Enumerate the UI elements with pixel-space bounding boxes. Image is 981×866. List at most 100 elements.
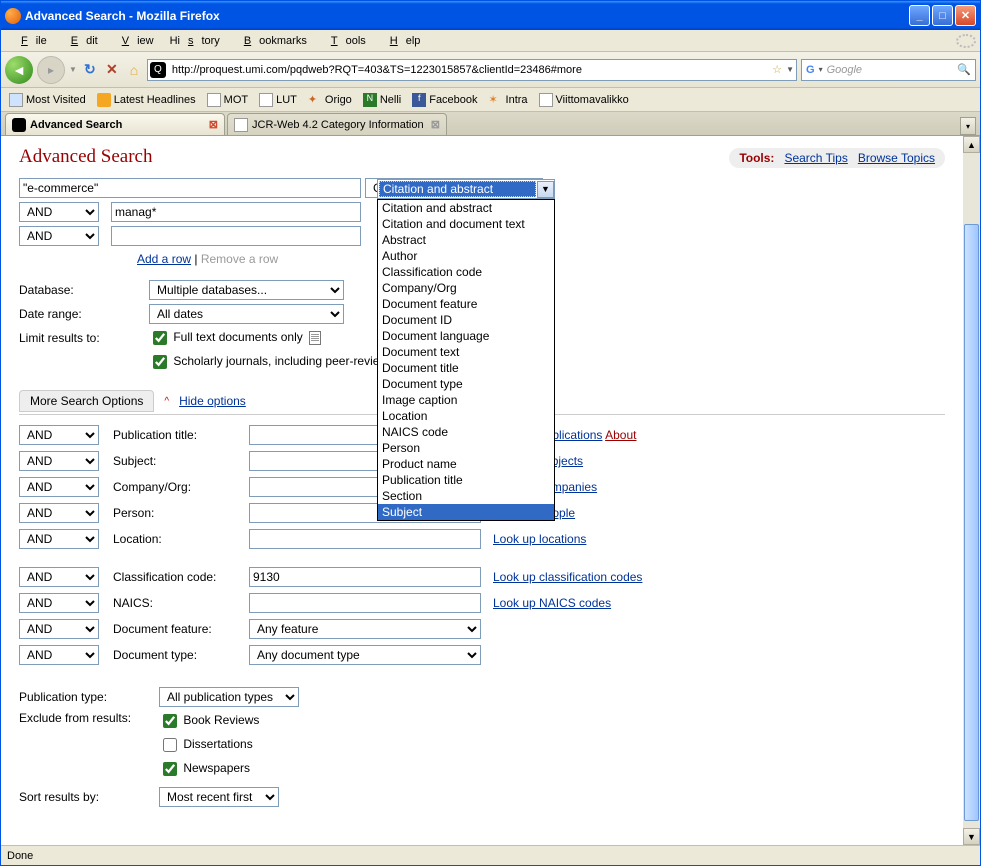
sort-select[interactable]: Most recent first (159, 787, 279, 807)
close-tab-icon[interactable]: ⊠ (431, 118, 440, 131)
adv-field-input[interactable]: Any feature (249, 619, 481, 639)
limit-scholarly-checkbox[interactable]: Scholarly journals, including peer-revie… (149, 352, 401, 372)
pubtype-select[interactable]: All publication types (159, 687, 299, 707)
close-tab-icon[interactable]: ⊠ (209, 118, 218, 131)
lookup-link[interactable]: Look up NAICS codes (493, 596, 611, 610)
scope-option[interactable]: Abstract (378, 232, 554, 248)
scope-option[interactable]: Citation and abstract (378, 200, 554, 216)
bookmark-facebook[interactable]: fFacebook (408, 91, 481, 109)
adv-op-select[interactable]: AND (19, 529, 99, 549)
bookmark-lut[interactable]: LUT (255, 91, 301, 109)
stop-button[interactable]: ✕ (103, 61, 121, 79)
menu-history[interactable]: History (162, 33, 228, 49)
browse-topics-link[interactable]: Browse Topics (858, 151, 935, 165)
limit-fulltext-checkbox[interactable]: Full text documents only (149, 328, 321, 348)
exclude-checkbox[interactable]: Dissertations (159, 737, 253, 751)
adv-op-select[interactable]: AND (19, 567, 99, 587)
scope-option[interactable]: Document feature (378, 296, 554, 312)
adv-op-select[interactable]: AND (19, 645, 99, 665)
add-row-link[interactable]: Add a row (137, 252, 191, 266)
vertical-scrollbar[interactable]: ▲ ▼ (963, 136, 980, 845)
exclude-checkbox[interactable]: Book Reviews (159, 713, 259, 727)
database-select[interactable]: Multiple databases... (149, 280, 344, 300)
menu-bookmarks[interactable]: Bookmarks (228, 33, 315, 49)
search-tips-link[interactable]: Search Tips (784, 151, 847, 165)
search-term-3[interactable] (111, 226, 361, 246)
scope-option[interactable]: Document title (378, 360, 554, 376)
scroll-down-button[interactable]: ▼ (963, 828, 980, 845)
scope-option[interactable]: Company/Org (378, 280, 554, 296)
search-op-3[interactable]: AND (19, 226, 99, 246)
search-term-1[interactable] (19, 178, 361, 198)
url-dropdown-icon[interactable]: ▼ (786, 65, 794, 74)
bookmark-latest-headlines[interactable]: Latest Headlines (93, 91, 200, 109)
exclude-checkbox[interactable]: Newspapers (159, 761, 250, 775)
scope-option[interactable]: Document text (378, 344, 554, 360)
adv-op-select[interactable]: AND (19, 593, 99, 613)
scope-option[interactable]: Document type (378, 376, 554, 392)
search-scope-2-select[interactable]: Citation and abstract ▼ (377, 179, 555, 199)
scope-option[interactable]: Product name (378, 456, 554, 472)
hide-options-link[interactable]: Hide options (179, 394, 246, 408)
adv-field-input[interactable] (249, 529, 481, 549)
scope-option[interactable]: Person (378, 440, 554, 456)
bookmark-most-visited[interactable]: Most Visited (5, 91, 90, 109)
tab-advanced-search[interactable]: Advanced Search ⊠ (5, 113, 225, 135)
tab-jcr-web[interactable]: JCR-Web 4.2 Category Information ⊠ (227, 113, 447, 135)
scope-option[interactable]: Image caption (378, 392, 554, 408)
search-op-2[interactable]: AND (19, 202, 99, 222)
search-go-icon[interactable]: 🔍 (957, 63, 971, 76)
scope-dropdown-list[interactable]: Citation and abstractCitation and docume… (377, 199, 555, 521)
daterange-select[interactable]: All dates (149, 304, 344, 324)
scope-option[interactable]: Section (378, 488, 554, 504)
scroll-thumb[interactable] (964, 224, 979, 821)
tab-list-button[interactable]: ▾ (960, 117, 976, 135)
bookmark-origo[interactable]: ✦Origo (304, 91, 356, 109)
adv-op-select[interactable]: AND (19, 451, 99, 471)
forward-button[interactable]: ▸ (37, 56, 65, 84)
scope-option[interactable]: Document ID (378, 312, 554, 328)
scope-option[interactable]: Classification code (378, 264, 554, 280)
adv-op-select[interactable]: AND (19, 503, 99, 523)
bookmark-star-icon[interactable]: ☆ (772, 63, 782, 76)
menu-file[interactable]: File (5, 33, 55, 49)
history-dropdown-icon[interactable]: ▼ (69, 65, 77, 74)
about-link[interactable]: About (605, 428, 636, 442)
scope-option[interactable]: Publication title (378, 472, 554, 488)
scope-option[interactable]: Document language (378, 328, 554, 344)
scope-option[interactable]: Location (378, 408, 554, 424)
minimize-button[interactable]: _ (909, 5, 930, 26)
menu-edit[interactable]: Edit (55, 33, 106, 49)
bookmark-nelli[interactable]: NNelli (359, 91, 405, 109)
lookup-link[interactable]: Look up classification codes (493, 570, 642, 584)
chevron-down-icon[interactable]: ▼ (537, 181, 554, 198)
search-term-2[interactable] (111, 202, 361, 222)
lookup-link[interactable]: Look up locations (493, 532, 586, 546)
scroll-up-button[interactable]: ▲ (963, 136, 980, 153)
url-input[interactable] (170, 63, 768, 77)
close-button[interactable]: ✕ (955, 5, 976, 26)
menu-view[interactable]: View (106, 33, 162, 49)
bookmark-intra[interactable]: ✶Intra (485, 91, 532, 109)
adv-field-input[interactable]: Any document type (249, 645, 481, 665)
search-bar[interactable]: G▾ Google 🔍 (801, 59, 976, 81)
scope-option[interactable]: NAICS code (378, 424, 554, 440)
bookmark-mot[interactable]: MOT (203, 91, 252, 109)
adv-field-input[interactable] (249, 567, 481, 587)
adv-op-select[interactable]: AND (19, 477, 99, 497)
menu-help[interactable]: Help (374, 33, 429, 49)
back-button[interactable]: ◄ (5, 56, 33, 84)
adv-op-select[interactable]: AND (19, 425, 99, 445)
more-search-options-tab[interactable]: More Search Options (19, 390, 154, 412)
bookmark-viittomavalikko[interactable]: Viittomavalikko (535, 91, 633, 109)
adv-field-input[interactable] (249, 593, 481, 613)
url-bar[interactable]: Q ☆ ▼ (147, 59, 797, 81)
scope-option[interactable]: Citation and document text (378, 216, 554, 232)
menu-tools[interactable]: Tools (315, 33, 374, 49)
home-button[interactable]: ⌂ (125, 61, 143, 79)
adv-op-select[interactable]: AND (19, 619, 99, 639)
reload-button[interactable]: ↻ (81, 61, 99, 79)
scope-option[interactable]: Author (378, 248, 554, 264)
scope-option[interactable]: Subject (378, 504, 554, 520)
maximize-button[interactable]: □ (932, 5, 953, 26)
